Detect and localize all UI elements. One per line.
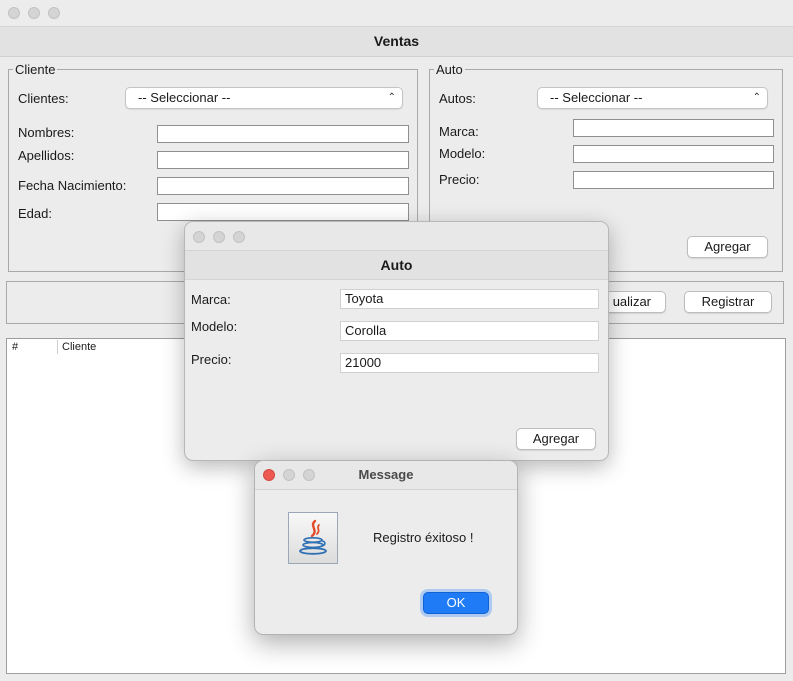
column-header-cliente[interactable]: Cliente bbox=[62, 341, 96, 353]
minimize-window-button[interactable] bbox=[213, 231, 225, 243]
chevron-updown-icon: ⌃︎ bbox=[752, 92, 761, 103]
precio-field[interactable] bbox=[573, 171, 774, 189]
cliente-group-legend: Cliente bbox=[15, 62, 56, 77]
message-title: Message bbox=[358, 467, 414, 482]
message-text: Registro éxitoso ! bbox=[373, 530, 474, 545]
marca-label: Marca: bbox=[439, 124, 479, 139]
apellidos-label: Apellidos: bbox=[18, 148, 75, 163]
clientes-select[interactable]: -- Seleccionar -- ⌃︎ bbox=[125, 87, 403, 109]
auto-dialog-title: Auto bbox=[185, 251, 608, 280]
clientes-label: Clientes: bbox=[18, 91, 69, 106]
autos-select-value: -- Seleccionar -- bbox=[550, 90, 643, 105]
message-dialog: Message Registro éxitoso ! OK bbox=[254, 460, 518, 635]
apellidos-field[interactable] bbox=[157, 151, 409, 169]
edad-label: Edad: bbox=[18, 206, 52, 221]
close-window-button[interactable] bbox=[8, 7, 20, 19]
precio-label: Precio: bbox=[439, 172, 480, 187]
dialog-precio-label: Precio: bbox=[191, 352, 232, 367]
auto-dialog: Auto Marca: Toyota Modelo: Corolla Preci… bbox=[184, 221, 609, 461]
fecha-nacimiento-label: Fecha Nacimiento: bbox=[18, 178, 127, 193]
zoom-window-button[interactable] bbox=[233, 231, 245, 243]
main-titlebar[interactable] bbox=[0, 0, 793, 27]
fecha-nacimiento-field[interactable] bbox=[157, 177, 409, 195]
auto-group-legend: Auto bbox=[436, 62, 463, 77]
zoom-window-button[interactable] bbox=[48, 7, 60, 19]
clientes-select-value: -- Seleccionar -- bbox=[138, 90, 231, 105]
edad-field[interactable] bbox=[157, 203, 409, 221]
window-title: Ventas bbox=[0, 27, 793, 57]
autos-label: Autos: bbox=[439, 91, 476, 106]
column-divider bbox=[57, 340, 58, 354]
dialog-modelo-field[interactable]: Corolla bbox=[340, 321, 599, 341]
chevron-updown-icon: ⌃︎ bbox=[387, 92, 396, 103]
auto-dialog-titlebar[interactable] bbox=[185, 222, 608, 251]
agregar-auto-button[interactable]: Agregar bbox=[687, 236, 768, 258]
autos-select[interactable]: -- Seleccionar -- ⌃︎ bbox=[537, 87, 768, 109]
close-window-button[interactable] bbox=[193, 231, 205, 243]
nombres-field[interactable] bbox=[157, 125, 409, 143]
dialog-agregar-button[interactable]: Agregar bbox=[516, 428, 596, 450]
dialog-modelo-label: Modelo: bbox=[191, 319, 238, 334]
column-header-number[interactable]: # bbox=[12, 341, 18, 353]
dialog-marca-field[interactable]: Toyota bbox=[340, 289, 599, 309]
marca-field[interactable] bbox=[573, 119, 774, 137]
message-titlebar[interactable]: Message bbox=[255, 461, 517, 490]
registrar-button[interactable]: Registrar bbox=[684, 291, 772, 313]
ok-button[interactable]: OK bbox=[423, 592, 489, 614]
java-icon bbox=[288, 512, 338, 564]
dialog-precio-field[interactable]: 21000 bbox=[340, 353, 599, 373]
modelo-field[interactable] bbox=[573, 145, 774, 163]
minimize-window-button[interactable] bbox=[28, 7, 40, 19]
dialog-marca-label: Marca: bbox=[191, 292, 231, 307]
nombres-label: Nombres: bbox=[18, 125, 75, 140]
modelo-label: Modelo: bbox=[439, 146, 486, 161]
